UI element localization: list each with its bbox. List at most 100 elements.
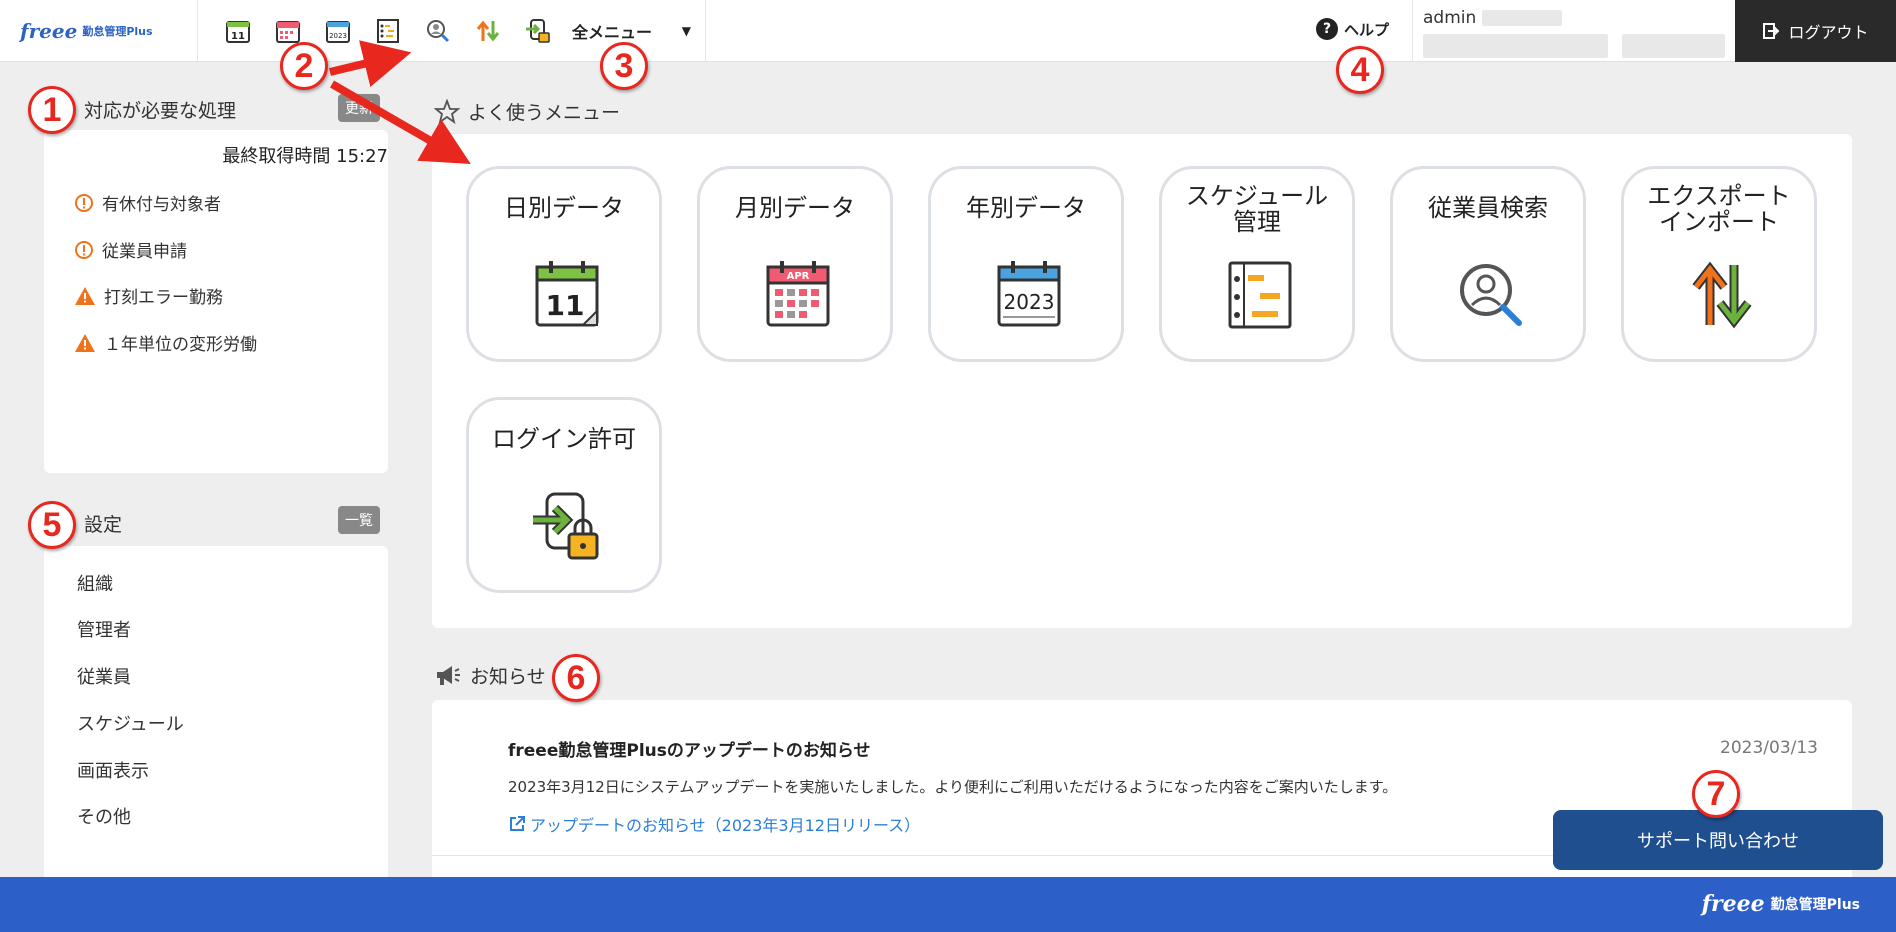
logout-icon xyxy=(1763,23,1780,39)
logo-subtitle: 勤怠管理Plus xyxy=(82,24,153,38)
star-icon xyxy=(434,98,460,124)
login-permission-icon xyxy=(533,492,599,560)
annotation-badge-7: 7 xyxy=(1692,770,1740,818)
user-info: admin xyxy=(1412,0,1735,62)
tile-monthly-data[interactable]: 月別データ APR xyxy=(697,166,893,362)
question-icon: ? xyxy=(1316,18,1338,40)
settings-list-button[interactable]: 一覧 xyxy=(338,506,380,534)
news-item-date: 2023/03/13 xyxy=(1720,738,1818,758)
redacted-area xyxy=(1482,10,1563,26)
annotation-badge-5: 5 xyxy=(28,501,76,549)
user-name: admin xyxy=(1423,8,1477,28)
settings-item-display[interactable]: 画面表示 xyxy=(77,757,149,783)
help-link[interactable]: ? ヘルプ xyxy=(1316,18,1389,40)
info-circle-icon xyxy=(75,193,93,212)
yearly-calendar-icon: 2023 xyxy=(997,261,1061,327)
favorites-title: よく使うメニュー xyxy=(468,102,621,124)
employee-search-icon[interactable] xyxy=(420,13,456,49)
logo-text: freee xyxy=(20,18,78,43)
last-fetch-time: 最終取得時間 15:27 xyxy=(222,146,388,167)
warning-triangle-icon xyxy=(75,333,95,352)
refresh-button[interactable]: 更新 xyxy=(338,94,380,122)
shortcut-toolbar: 11 2023 xyxy=(198,0,556,62)
tile-schedule[interactable]: スケジュール 管理 xyxy=(1159,166,1355,362)
daily-calendar-icon[interactable]: 11 xyxy=(220,13,256,49)
tile-export-import[interactable]: エクスポート インポート xyxy=(1621,166,1817,362)
alert-label: 打刻エラー勤務 xyxy=(104,288,223,308)
alert-item-variable-work[interactable]: １年単位の変形労働 xyxy=(74,330,257,355)
news-title: お知らせ xyxy=(470,666,546,688)
schedule-icon xyxy=(1228,261,1292,329)
settings-item-other[interactable]: その他 xyxy=(77,803,131,829)
tile-yearly-data[interactable]: 年別データ 2023 xyxy=(928,166,1124,362)
export-import-icon xyxy=(1692,261,1752,329)
annotation-badge-2: 2 xyxy=(280,42,328,90)
warning-triangle-icon xyxy=(75,286,95,305)
login-permission-icon[interactable] xyxy=(520,13,556,49)
chevron-down-icon: ▼ xyxy=(681,23,691,38)
news-title-row: お知らせ xyxy=(434,662,546,689)
export-import-icon[interactable] xyxy=(470,13,506,49)
news-item-body: 2023年3月12日にシステムアップデートを実施いたしました。より便利にご利用い… xyxy=(508,778,1398,796)
redacted-area xyxy=(1622,34,1725,58)
annotation-badge-3: 3 xyxy=(600,42,648,90)
news-item-link[interactable]: アップデートのお知らせ（2023年3月12日リリース） xyxy=(508,812,920,836)
yearly-calendar-icon[interactable]: 2023 xyxy=(320,13,356,49)
monthly-calendar-icon: APR xyxy=(766,261,830,327)
alert-label: 有休付与対象者 xyxy=(102,195,221,215)
tile-label: 日別データ xyxy=(504,194,624,222)
app-logo[interactable]: freee 勤怠管理Plus xyxy=(0,0,198,62)
news-link-label: アップデートのお知らせ（2023年3月12日リリース） xyxy=(530,816,921,835)
megaphone-icon xyxy=(437,665,460,685)
tile-label: 月別データ xyxy=(735,194,855,222)
alert-label: 従業員申請 xyxy=(102,242,187,262)
logout-button[interactable]: ログアウト xyxy=(1735,0,1896,62)
external-link-icon xyxy=(510,816,525,831)
employee-search-icon xyxy=(1460,264,1522,326)
redacted-area xyxy=(1423,34,1609,58)
daily-calendar-icon: 11 xyxy=(535,261,599,327)
info-circle-icon xyxy=(75,240,93,259)
tile-label: 従業員検索 xyxy=(1428,194,1548,222)
alerts-panel: 最終取得時間 15:27 有休付与対象者 従業員申請 打刻エラー勤務 １年単位の… xyxy=(44,130,388,473)
svg-text:11: 11 xyxy=(231,31,245,42)
tile-daily-data[interactable]: 日別データ 11 xyxy=(466,166,662,362)
favorites-panel: 日別データ 11 月別データ APR 年別データ 2023 スケジュール 管理 … xyxy=(432,134,1852,628)
settings-title: 設定 xyxy=(84,514,123,536)
annotation-badge-6: 6 xyxy=(552,654,600,702)
support-contact-button[interactable]: サポート問い合わせ xyxy=(1553,810,1883,870)
annotation-badge-1: 1 xyxy=(28,86,76,134)
footer-logo-subtitle: 勤怠管理Plus xyxy=(1770,897,1860,913)
calendar-month-text: APR xyxy=(787,271,810,282)
tile-label: 年別データ xyxy=(966,194,1086,222)
settings-panel: 組織 管理者 従業員 スケジュール 画面表示 その他 xyxy=(44,546,388,877)
favorites-title-row: よく使うメニュー xyxy=(434,98,620,125)
tile-employee-search[interactable]: 従業員検索 xyxy=(1390,166,1586,362)
svg-text:11: 11 xyxy=(546,289,585,322)
help-label: ヘルプ xyxy=(1344,20,1390,39)
alert-item-paid-leave[interactable]: 有休付与対象者 xyxy=(74,190,221,215)
settings-item-organization[interactable]: 組織 xyxy=(77,570,113,596)
settings-item-schedule[interactable]: スケジュール xyxy=(77,710,184,736)
alert-item-punch-error[interactable]: 打刻エラー勤務 xyxy=(74,283,223,308)
alert-item-employee-request[interactable]: 従業員申請 xyxy=(74,237,187,262)
footer-bar: freee 勤怠管理Plus xyxy=(0,877,1896,932)
svg-text:2023: 2023 xyxy=(329,32,347,40)
annotation-badge-4: 4 xyxy=(1336,46,1384,94)
schedule-icon[interactable] xyxy=(370,13,406,49)
settings-item-admin[interactable]: 管理者 xyxy=(77,616,131,642)
tile-label: ログイン許可 xyxy=(492,425,636,453)
alerts-title: 対応が必要な処理 xyxy=(84,100,237,122)
tile-label: スケジュール 管理 xyxy=(1185,182,1329,236)
all-menu-label: 全メニュー xyxy=(572,22,653,42)
calendar-year-text: 2023 xyxy=(1004,290,1055,314)
settings-item-employee[interactable]: 従業員 xyxy=(77,663,131,689)
alert-label: １年単位の変形労働 xyxy=(104,335,257,355)
logout-label: ログアウト xyxy=(1788,23,1869,42)
alerts-title-row: 対応が必要な処理 xyxy=(54,96,236,123)
tile-login-permission[interactable]: ログイン許可 xyxy=(466,397,662,593)
footer-logo: freee 勤怠管理Plus xyxy=(1702,891,1860,917)
footer-logo-text: freee xyxy=(1701,891,1765,917)
tile-label: エクスポート インポート xyxy=(1647,182,1791,236)
news-item-title[interactable]: freee勤怠管理Plusのアップデートのお知らせ xyxy=(508,736,871,761)
